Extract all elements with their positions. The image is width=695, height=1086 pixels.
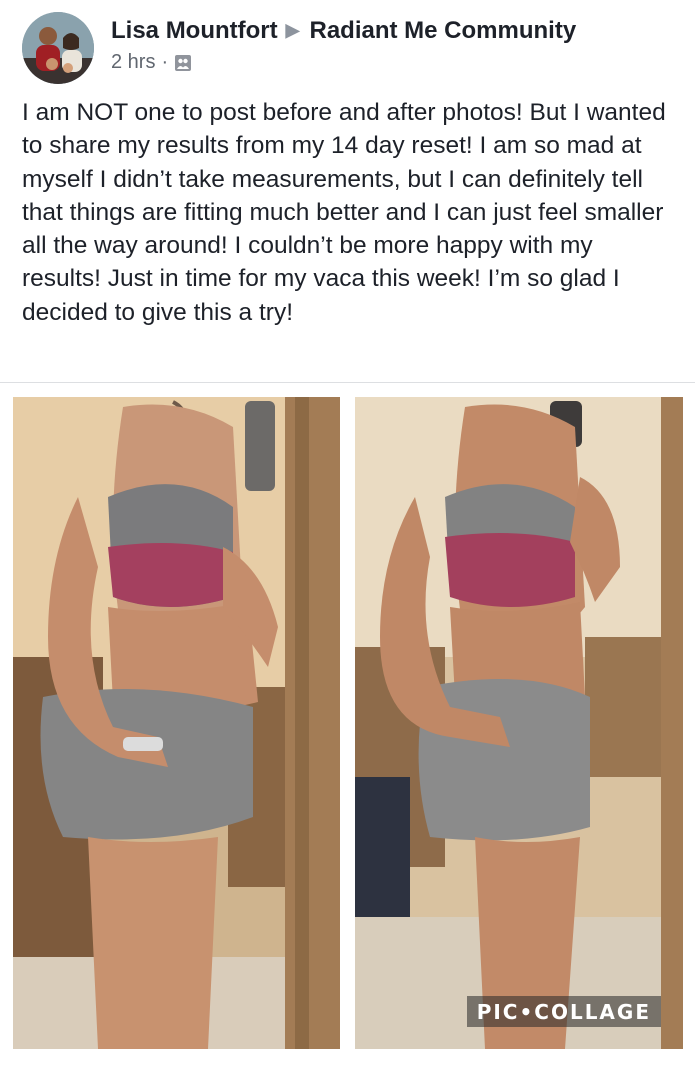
group-icon [174, 54, 192, 72]
post-text: I am NOT one to post before and after ph… [22, 99, 666, 326]
arrow-right-icon: ▶ [285, 20, 300, 40]
group-name[interactable]: Radiant Me Community [309, 17, 576, 44]
photo-collage[interactable]: PIC•COLLAGE [0, 383, 695, 1086]
after-photo[interactable]: PIC•COLLAGE [355, 397, 683, 1049]
author-name[interactable]: Lisa Mountfort [111, 17, 278, 44]
post-header: Lisa Mountfort ▶ Radiant Me Community 2 hr… [22, 12, 682, 86]
post-timestamp[interactable]: 2 hrs [111, 51, 155, 74]
avatar[interactable] [22, 12, 94, 84]
meta-separator: · [161, 51, 169, 73]
before-photo[interactable] [13, 397, 340, 1049]
watermark-label: PIC•COLLAGE [466, 996, 661, 1027]
